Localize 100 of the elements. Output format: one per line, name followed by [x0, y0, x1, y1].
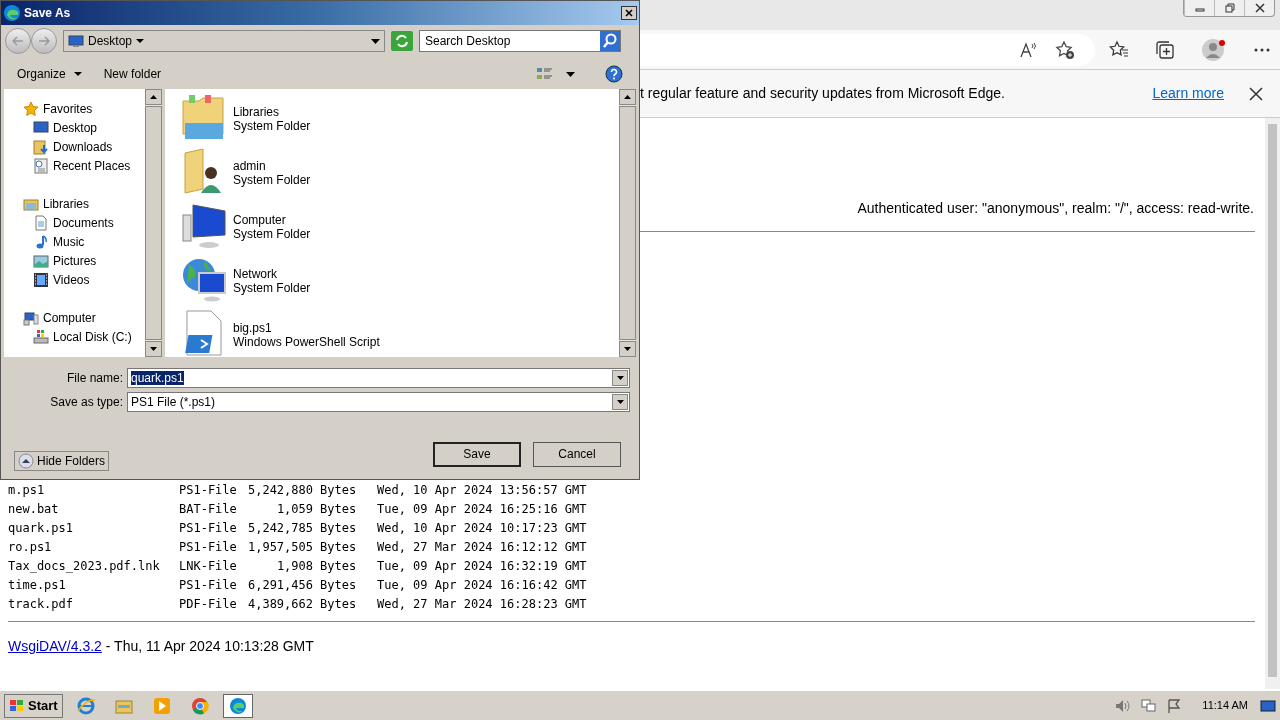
windows-logo-icon [9, 698, 25, 713]
ie-icon[interactable] [76, 696, 95, 715]
organize-menu[interactable]: Organize [17, 65, 82, 83]
forward-button[interactable] [31, 28, 57, 54]
item-name: big.ps1 [233, 321, 273, 335]
edge-icon[interactable] [228, 696, 247, 715]
caret-icon [371, 38, 380, 44]
file-name-field[interactable]: quark.ps1 [127, 368, 630, 388]
file-type-cell-text: PDF-File [179, 595, 238, 613]
file-item[interactable]: Computer System Folder [181, 201, 619, 255]
nav-tree-item[interactable]: Downloads [4, 137, 145, 156]
flag-icon[interactable] [1166, 697, 1183, 714]
film-strip-icon [33, 271, 49, 288]
file-type-cell-text: PS1-File [179, 519, 238, 537]
new-folder-button[interactable]: New folder [103, 65, 162, 83]
nav-tree-item[interactable]: Pictures [4, 251, 145, 270]
forward-arrow-icon [38, 36, 50, 46]
back-button[interactable] [5, 28, 31, 54]
close-icon[interactable] [1248, 85, 1264, 102]
file-size-cell-text: 1,059 [275, 500, 313, 518]
favorites-icon[interactable] [1109, 39, 1129, 60]
nav-tree-item[interactable]: Local Disk (C:) [4, 327, 145, 346]
profile-avatar-icon[interactable] [1201, 36, 1227, 63]
file-size-cell-text: 4,389,662 [246, 595, 313, 613]
document-icon [33, 214, 49, 231]
edge-icon [3, 4, 21, 22]
add-favorite-icon[interactable] [1055, 39, 1075, 60]
dropdown-arrow-icon [616, 400, 624, 404]
file-size-cell-text: 6,291,456 [246, 576, 313, 594]
collections-icon[interactable] [1155, 39, 1175, 60]
learn-more-link[interactable]: Learn more [1152, 83, 1224, 104]
save-button[interactable]: Save [433, 441, 521, 467]
size-unit-cell: Bytes [313, 518, 377, 537]
desktop-icon [68, 34, 84, 48]
item-type: System Folder [233, 227, 311, 241]
file-size-cell-text: 5,242,785 [246, 519, 313, 537]
scrollbar[interactable] [145, 89, 162, 357]
read-aloud-icon[interactable] [1019, 40, 1037, 59]
scroll-up-icon [624, 95, 631, 99]
computer-icon [23, 309, 39, 326]
location-bar[interactable]: Desktop [63, 30, 385, 52]
wsgidav-link[interactable]: WsgiDAV/4.3.2 [8, 638, 102, 654]
file-item[interactable]: big.ps1 Windows PowerShell Script [181, 309, 619, 357]
nav-tree-item[interactable]: Computer [4, 308, 145, 327]
nav-tree-item[interactable]: Desktop [4, 118, 145, 137]
nav-tree-item[interactable]: Recent Places [4, 156, 145, 175]
item-name: Network [233, 267, 278, 281]
save-type-dropdown[interactable]: PS1 File (*.ps1) [127, 392, 630, 412]
picture-icon [33, 252, 49, 269]
auth-status-text: Authenticated user: "anonymous", realm: "/", access: read-write. [857, 200, 1254, 216]
file-name-cell-text: m.ps1 [8, 481, 46, 499]
item-name: admin [233, 159, 267, 173]
back-arrow-icon [12, 36, 24, 46]
start-button[interactable]: Start [4, 693, 63, 718]
close-button[interactable] [621, 6, 637, 20]
cancel-button[interactable]: Cancel [533, 441, 621, 467]
size-unit-cell: Bytes [313, 480, 377, 499]
scrollbar[interactable] [1265, 118, 1280, 689]
close-icon[interactable] [1254, 3, 1265, 13]
file-item[interactable]: Libraries System Folder [181, 93, 619, 147]
view-options-icon[interactable] [536, 66, 554, 82]
item-type: System Folder [233, 173, 311, 187]
file-type-cell-text: LNK-File [179, 557, 238, 575]
file-type-cell-text: PS1-File [179, 481, 238, 499]
file-size-cell-text: 1,908 [275, 557, 313, 575]
item-name: Computer [233, 213, 287, 227]
file-name-cell-text: Tax_docs_2023.pdf.lnk [8, 557, 161, 575]
search-box[interactable]: Search Desktop [419, 30, 621, 52]
restore-icon[interactable] [1224, 3, 1235, 13]
nav-tree-item[interactable]: Videos [4, 270, 145, 289]
field-label: File name: [65, 370, 124, 387]
file-item[interactable]: Network System Folder [181, 255, 619, 309]
scroll-up-icon [150, 95, 157, 99]
chrome-icon[interactable] [190, 696, 209, 715]
help-icon[interactable] [605, 65, 623, 83]
file-date-cell-text: Wed, 27 Mar 2024 16:12:12 GMT [377, 538, 587, 556]
file-name-cell: new.bat [8, 499, 179, 518]
nav-tree-item[interactable]: Music [4, 232, 145, 251]
more-menu-icon[interactable] [1253, 46, 1271, 53]
file-date-cell-text: Tue, 09 Apr 2024 16:32:19 GMT [377, 557, 587, 575]
hide-folders-button[interactable]: Hide Folders [14, 451, 110, 471]
file-date-cell-text: Wed, 10 Apr 2024 10:17:23 GMT [377, 519, 587, 537]
item-type: System Folder [233, 119, 311, 133]
refresh-icon[interactable] [391, 31, 413, 51]
size-unit-cell: Bytes [313, 499, 377, 518]
nav-tree-item[interactable]: Favorites [4, 99, 145, 118]
file-size-cell-text: 5,242,880 [246, 481, 313, 499]
file-name-cell-text: track.pdf [8, 595, 75, 613]
nav-tree-item[interactable]: Libraries [4, 194, 145, 213]
dropdown-arrow-icon [616, 376, 624, 380]
close-icon [625, 9, 633, 17]
footer-timestamp: - Thu, 11 Apr 2024 10:13:28 GMT [105, 638, 314, 654]
size-unit-cell: Bytes [313, 537, 377, 556]
nav-tree-item[interactable]: Documents [4, 213, 145, 232]
search-icon [600, 31, 620, 51]
file-item[interactable]: admin System Folder [181, 147, 619, 201]
network-icon[interactable] [1140, 697, 1159, 714]
show-desktop-icon[interactable] [1260, 698, 1276, 713]
scrollbar[interactable] [619, 89, 636, 357]
file-date-cell-text: Wed, 10 Apr 2024 13:56:57 GMT [377, 481, 587, 499]
